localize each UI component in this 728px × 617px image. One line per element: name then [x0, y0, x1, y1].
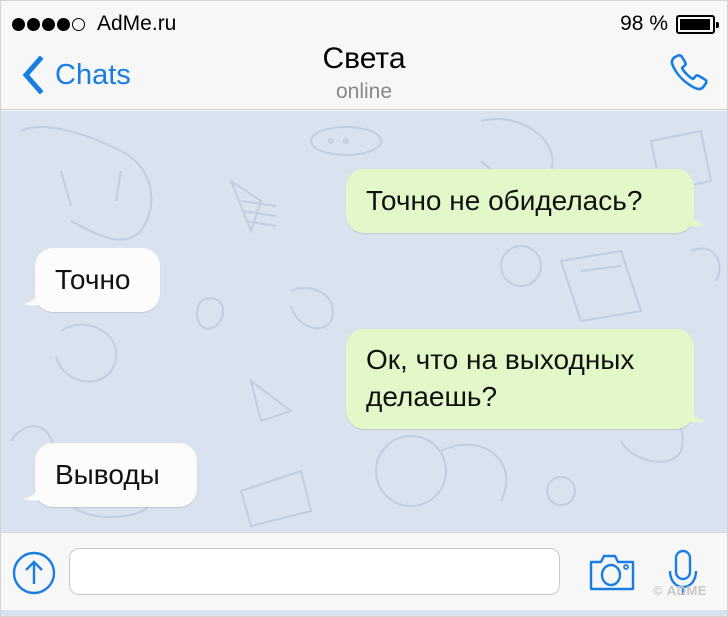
message-bubble-incoming[interactable]: Выводы — [23, 443, 197, 507]
status-bar-right: 98 % — [620, 12, 719, 36]
message-text: Ок, что на выходных делаешь? — [366, 344, 635, 412]
contact-name: Света — [322, 42, 406, 75]
bubble-tail — [23, 286, 41, 306]
message-composer: © ADME — [1, 532, 727, 610]
signal-dot — [42, 17, 55, 31]
message-bubble-outgoing[interactable]: Ок, что на выходных делаешь? — [346, 329, 706, 429]
camera-icon[interactable] — [589, 553, 635, 591]
battery-icon — [676, 14, 719, 34]
navigation-header: AdMe.ru 98 % Chats Света online — [1, 1, 727, 110]
signal-strength-icon — [12, 17, 85, 31]
battery-fill — [680, 18, 711, 30]
battery-percent: 98 % — [620, 12, 668, 35]
message-list[interactable]: Точно не обиделась? Точно Ок, что на вых… — [1, 111, 727, 532]
watermark: © ADME — [653, 583, 707, 598]
signal-dot — [72, 17, 85, 31]
battery-tip — [716, 21, 719, 28]
message-text: Точно — [55, 264, 131, 295]
bubble-tail — [23, 481, 41, 501]
status-bar-left: AdMe.ru — [12, 12, 176, 36]
signal-dot — [12, 17, 25, 31]
message-bubble-incoming[interactable]: Точно — [23, 248, 160, 312]
message-text: Точно не обиделась? — [366, 185, 643, 216]
arrow-up-circle-icon[interactable] — [12, 551, 56, 595]
message-input[interactable] — [69, 548, 560, 595]
message-text: Выводы — [55, 459, 160, 490]
phone-icon[interactable] — [669, 53, 711, 93]
signal-dot — [27, 17, 40, 31]
chat-title-block[interactable]: Света online — [1, 41, 727, 105]
carrier-name: AdMe.ru — [97, 12, 177, 35]
bubble-tail — [688, 403, 706, 423]
bubble-tail — [688, 207, 706, 227]
message-bubble-outgoing[interactable]: Точно не обиделась? — [346, 169, 706, 233]
contact-status: online — [335, 80, 393, 103]
signal-dot — [57, 17, 70, 31]
background-strip — [1, 610, 727, 616]
